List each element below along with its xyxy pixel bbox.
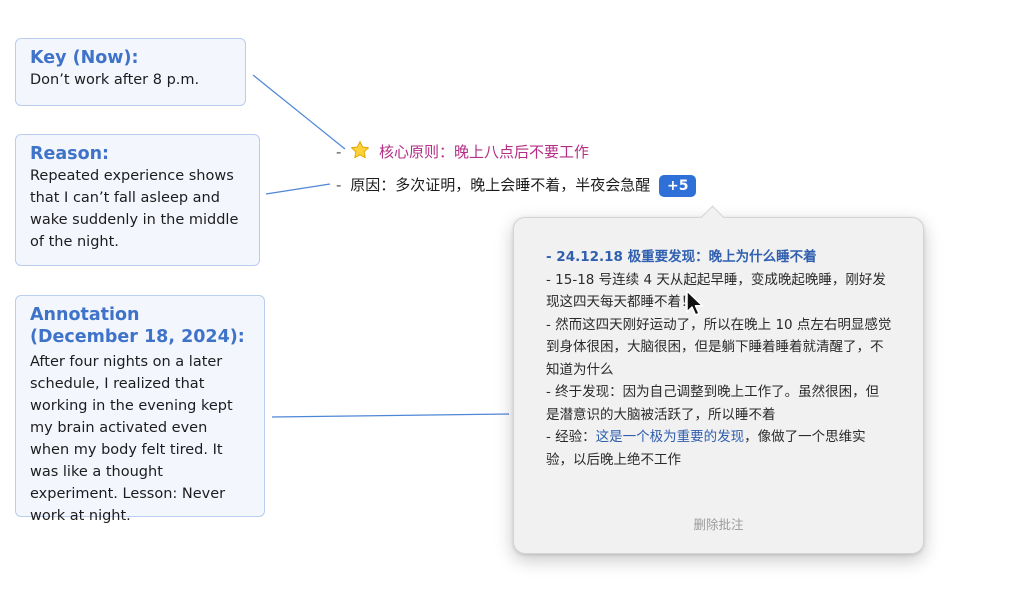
- connector-reason: [265, 183, 331, 195]
- mouse-cursor-icon: [686, 290, 704, 316]
- key-note-title: Key (Now):: [30, 48, 139, 68]
- bullet-dash: -: [336, 143, 342, 161]
- popover-line: - 然而这四天刚好运动了，所以在晚上 10 点左右明显感觉到身体很困，大脑很困，…: [546, 316, 892, 378]
- last-line-prefix: - 经验：: [546, 429, 596, 445]
- annotation-note-title: Annotation (December 18, 2024):: [30, 305, 245, 347]
- annotation-note[interactable]: Annotation (December 18, 2024): After fo…: [15, 295, 265, 524]
- reason-text: 原因：多次证明，晚上会睡不着，半夜会急醒: [350, 176, 651, 194]
- annotation-popover[interactable]: - 24.12.18 极重要发现：晚上为什么睡不着 - 15-18 号连续 4 …: [513, 217, 924, 554]
- popover-line: - 15-18 号连续 4 天从起起早睡，变成晚起晚睡，刚好发现这四天每天都睡不…: [546, 271, 886, 311]
- popover-heading: - 24.12.18 极重要发现：晚上为什么睡不着: [546, 249, 817, 265]
- connector-annotation: [271, 413, 510, 418]
- popover-line: - 终于发现：因为自己调整到晚上工作了。虽然很困，但是潜意识的大脑被活跃了，所以…: [546, 384, 880, 423]
- popover-last-line: - 经验：这是一个极为重要的发现，像做了一个思维实验，以后晚上绝不工作: [546, 426, 892, 471]
- outline-item-core-principle[interactable]: - 核心原则：晚上八点后不要工作: [336, 140, 589, 163]
- reason-note-body: Repeated experience shows that I can’t f…: [30, 168, 239, 250]
- bullet-dash: -: [336, 176, 342, 194]
- reason-note[interactable]: Reason: Repeated experience shows that I…: [15, 134, 260, 266]
- outline-item-reason[interactable]: - 原因：多次证明，晚上会睡不着，半夜会急醒 +5: [336, 174, 697, 197]
- core-principle-text: 核心原则：晚上八点后不要工作: [378, 143, 589, 161]
- last-line-highlight: 这是一个极为重要的发现: [595, 429, 745, 445]
- reason-note-title: Reason:: [30, 144, 110, 164]
- key-note-body: Don’t work after 8 p.m.: [30, 72, 200, 88]
- key-note[interactable]: Key (Now): Don’t work after 8 p.m.: [15, 38, 246, 106]
- star-icon: [351, 141, 370, 159]
- annotation-note-body: After four nights on a later schedule, I…: [30, 354, 233, 524]
- delete-annotation-button[interactable]: 删除批注: [514, 514, 923, 533]
- connector-key: [252, 74, 346, 150]
- popover-content: - 24.12.18 极重要发现：晚上为什么睡不着 - 15-18 号连续 4 …: [546, 246, 892, 471]
- annotation-count-badge[interactable]: +5: [659, 175, 697, 197]
